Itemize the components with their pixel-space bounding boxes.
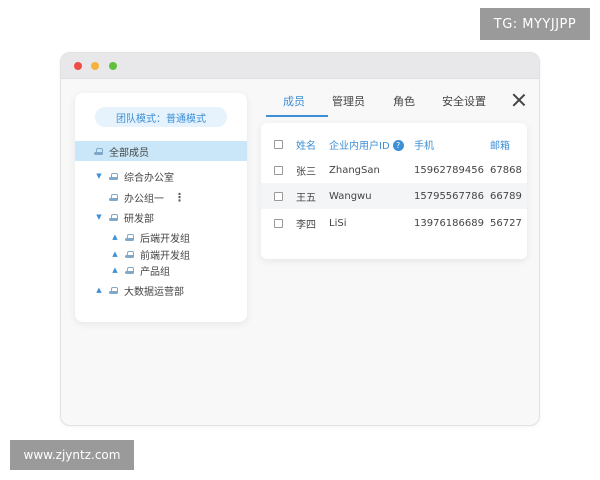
tree-item-label: 综合办公室 [124,172,174,184]
group-icon [109,193,118,202]
column-header-email[interactable]: 邮箱 [490,137,527,152]
table-header: 姓名 企业内用户ID? 手机 邮箱 [261,131,527,157]
tree-item-label: 办公组一 [124,193,164,205]
group-icon [109,286,118,295]
caret-up-icon[interactable]: ▲ [111,266,119,274]
row-checkbox[interactable] [274,218,283,228]
help-icon[interactable]: ? [392,140,404,151]
tree-item-product-group[interactable]: ▲ 产品组 [75,260,170,280]
member-table: 姓名 企业内用户ID? 手机 邮箱 张三 ZhangSan 1596278945… [261,123,527,259]
caret-up-icon[interactable]: ▲ [111,250,119,258]
tree-item-label: 产品组 [140,266,170,278]
minimize-window-button[interactable] [91,62,99,70]
tab-admins[interactable]: 管理员 [332,93,365,109]
group-icon [125,250,134,259]
cell-name: 王五 [296,192,316,204]
close-window-button[interactable] [74,62,82,70]
tree-item-all-members[interactable]: 全部成员 [75,141,247,161]
title-bar [61,53,539,79]
cell-email: 56727 [490,217,522,229]
tree-item-rd-dept[interactable]: ▼ 研发部 [75,207,154,227]
tab-members[interactable]: 成员 [283,93,305,109]
tree-item-label: 全部成员 [109,147,149,159]
column-header-user-id-label: 企业内用户ID [329,140,390,152]
more-options-icon[interactable]: ⋮ [174,191,185,204]
cell-name: 李四 [296,219,316,231]
group-icon [125,233,134,242]
group-icon [109,172,118,181]
watermark-bottom: www.zjyntz.com [10,440,134,470]
tab-roles[interactable]: 角色 [393,93,415,109]
select-all-checkbox[interactable] [274,139,283,149]
tree-item-general-office[interactable]: ▼ 综合办公室 [75,166,174,186]
close-icon[interactable] [512,93,526,107]
tree-item-office-group-1[interactable]: 办公组一 ⋮ [75,187,185,207]
row-checkbox[interactable] [274,165,283,175]
caret-up-icon[interactable]: ▲ [111,233,119,241]
app-window: 团队模式：普通模式 全部成员 ▼ 综合办公室 办公组一 ⋮ ▼ 研发部 ▲ 后端… [60,52,540,426]
active-tab-indicator [266,115,328,117]
cell-email: 67868 [490,164,522,176]
column-header-user-id[interactable]: 企业内用户ID? [329,137,404,152]
table-row[interactable]: 王五 Wangwu 15795567786 66789 [261,183,527,209]
tree-item-bigdata-ops[interactable]: ▲ 大数据运营部 [75,280,184,300]
cell-user-id: LiSi [329,217,347,229]
cell-user-id: ZhangSan [329,164,380,176]
caret-up-icon[interactable]: ▲ [95,286,103,294]
column-header-name[interactable]: 姓名 [296,137,316,152]
cell-name: 张三 [296,166,316,178]
group-icon [109,213,118,222]
group-icon [125,266,134,275]
table-row[interactable]: 张三 ZhangSan 15962789456 67868 [261,157,527,183]
tree-item-label: 研发部 [124,213,154,225]
column-header-phone[interactable]: 手机 [414,137,434,152]
cell-phone: 15795567786 [414,190,484,202]
caret-down-icon[interactable]: ▼ [95,213,103,221]
tab-security-settings[interactable]: 安全设置 [442,93,486,109]
cell-phone: 15962789456 [414,164,484,176]
caret-down-icon[interactable]: ▼ [95,172,103,180]
org-tree-panel: 团队模式：普通模式 全部成员 ▼ 综合办公室 办公组一 ⋮ ▼ 研发部 ▲ 后端… [75,93,247,322]
tree-item-label: 后端开发组 [140,233,190,245]
row-checkbox[interactable] [274,191,283,201]
tree-item-label: 大数据运营部 [124,286,184,298]
group-icon [94,147,103,156]
cell-phone: 13976186689 [414,217,484,229]
table-row[interactable]: 李四 LiSi 13976186689 56727 [261,210,527,236]
cell-user-id: Wangwu [329,190,372,202]
team-mode-badge[interactable]: 团队模式：普通模式 [95,107,227,127]
cell-email: 66789 [490,190,522,202]
watermark-top: TG: MYYJJPP [480,8,590,40]
maximize-window-button[interactable] [109,62,117,70]
